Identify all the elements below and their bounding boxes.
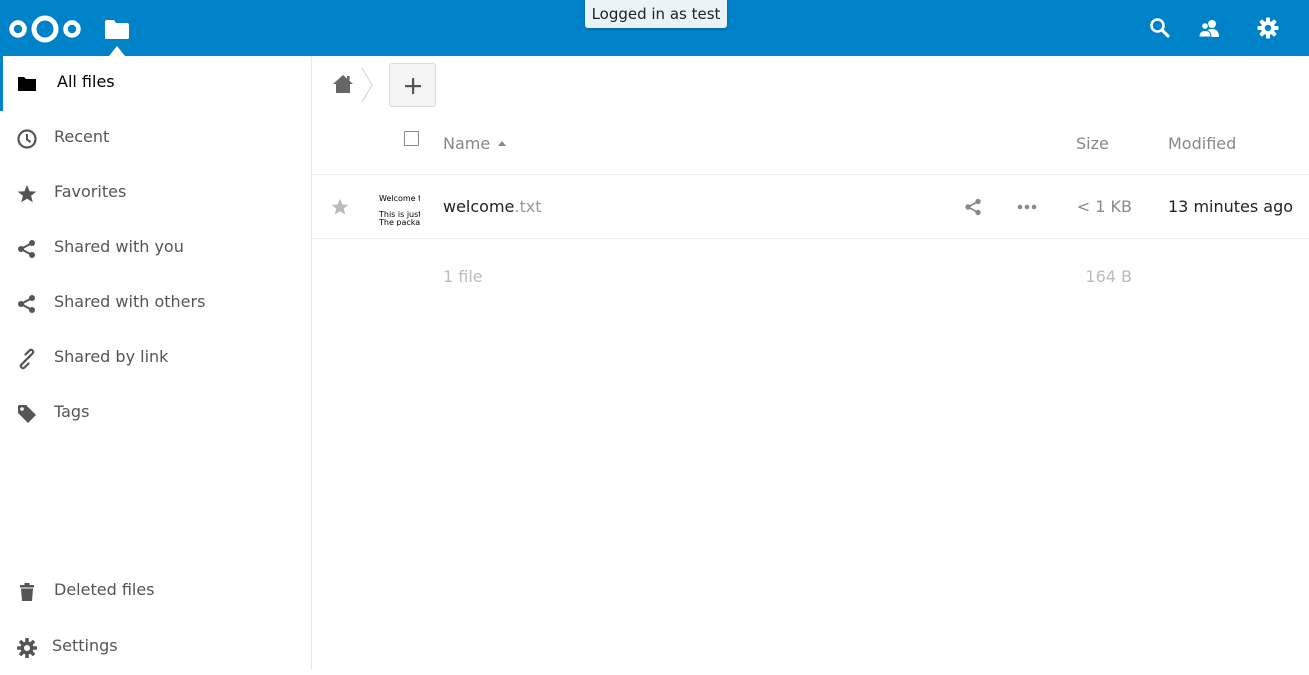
settings-gear-icon[interactable]	[1256, 16, 1280, 40]
table-row[interactable]: Welcome t This is just The packa; welcom…	[312, 175, 1309, 239]
trash-icon	[20, 583, 34, 601]
sidebar-item-all-files[interactable]: All files	[0, 56, 311, 111]
active-app-indicator	[109, 46, 125, 56]
file-list-summary: 1 file 164 B	[312, 239, 1309, 299]
sidebar-item-label: Recent	[54, 127, 110, 146]
search-icon[interactable]	[1148, 16, 1172, 40]
plus-icon	[405, 78, 421, 94]
files-app-icon[interactable]	[104, 18, 130, 40]
share-icon[interactable]	[964, 198, 982, 216]
sidebar-item-deleted-files[interactable]: Deleted files	[0, 564, 311, 619]
sidebar-item-shared-with-you[interactable]: Shared with you	[0, 221, 311, 276]
sidebar-item-label: Favorites	[54, 182, 127, 201]
column-header-size[interactable]: Size	[1076, 134, 1109, 153]
nextcloud-logo[interactable]	[6, 13, 84, 45]
column-header-modified[interactable]: Modified	[1168, 134, 1236, 153]
share-icon	[18, 240, 35, 258]
file-basename: welcome	[443, 197, 515, 216]
file-list-header: Name Size Modified	[312, 114, 1309, 175]
sidebar-item-label: Shared with you	[54, 237, 184, 256]
sidebar-item-shared-by-link[interactable]: Shared by link	[0, 331, 311, 386]
sidebar-item-shared-with-others[interactable]: Shared with others	[0, 276, 311, 331]
file-size: < 1 KB	[1076, 197, 1132, 216]
clock-icon	[17, 129, 37, 149]
breadcrumb-separator	[361, 67, 373, 103]
sidebar-item-label: All files	[57, 72, 115, 91]
sidebar-item-label: Deleted files	[54, 580, 155, 599]
sidebar-item-label: Shared with others	[54, 292, 206, 311]
summary-total-size: 164 B	[1085, 267, 1132, 286]
top-header: Logged in as test	[0, 0, 1309, 56]
new-file-button[interactable]	[389, 63, 436, 107]
thumbnail-text: The packa;	[379, 218, 420, 226]
app-navigation: All files Recent Favorites Shared with y…	[0, 56, 312, 670]
sidebar-item-settings[interactable]: Settings	[0, 620, 311, 675]
home-icon[interactable]	[332, 73, 354, 95]
tag-icon	[18, 405, 36, 423]
thumbnail-text: Welcome t	[379, 194, 420, 203]
favorite-star-icon[interactable]	[330, 197, 350, 217]
file-modified: 13 minutes ago	[1168, 197, 1294, 216]
folder-icon	[18, 77, 36, 91]
sidebar-item-recent[interactable]: Recent	[0, 111, 311, 166]
file-name[interactable]: welcome.txt	[443, 197, 542, 216]
sidebar-item-tags[interactable]: Tags	[0, 386, 311, 441]
sort-ascending-icon	[498, 141, 506, 146]
file-thumbnail: Welcome t This is just The packa;	[378, 194, 420, 226]
contacts-icon[interactable]	[1197, 16, 1221, 40]
star-icon	[17, 185, 37, 203]
sidebar-item-label: Settings	[52, 636, 118, 655]
sidebar-item-label: Tags	[54, 402, 90, 421]
select-all-checkbox[interactable]	[404, 131, 419, 146]
link-icon	[19, 348, 35, 370]
column-header-name[interactable]: Name	[443, 134, 490, 153]
share-icon	[18, 295, 35, 313]
file-extension: .txt	[514, 197, 542, 216]
summary-file-count: 1 file	[443, 267, 483, 286]
controls-bar	[312, 56, 1309, 114]
login-notice: Logged in as test	[585, 0, 727, 28]
sidebar-item-favorites[interactable]: Favorites	[0, 166, 311, 221]
sidebar-item-label: Shared by link	[54, 347, 169, 366]
gear-icon	[17, 638, 37, 658]
